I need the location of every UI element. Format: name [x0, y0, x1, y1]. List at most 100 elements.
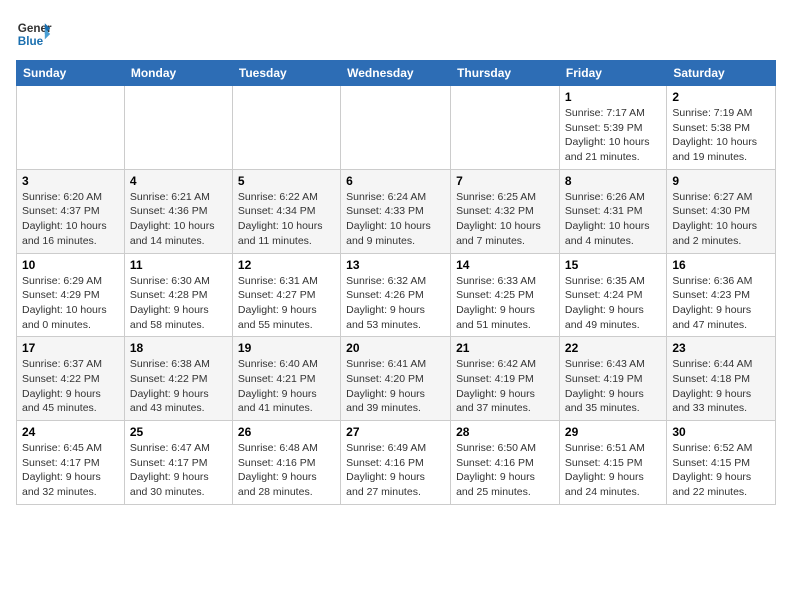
calendar-cell — [232, 86, 340, 170]
calendar-cell: 8 Sunrise: 6:26 AM Sunset: 4:31 PM Daylig… — [559, 169, 666, 253]
day-info: Sunrise: 7:19 AM Sunset: 5:38 PM Dayligh… — [672, 106, 770, 165]
day-info: Sunrise: 6:30 AM Sunset: 4:28 PM Dayligh… — [130, 274, 227, 333]
header-tuesday: Tuesday — [232, 61, 340, 86]
day-number: 23 — [672, 341, 770, 355]
day-number: 8 — [565, 174, 661, 188]
calendar-cell — [341, 86, 451, 170]
day-number: 21 — [456, 341, 554, 355]
day-number: 16 — [672, 258, 770, 272]
day-info: Sunrise: 6:31 AM Sunset: 4:27 PM Dayligh… — [238, 274, 335, 333]
week-row-3: 17 Sunrise: 6:37 AM Sunset: 4:22 PM Dayli… — [17, 337, 776, 421]
day-number: 11 — [130, 258, 227, 272]
day-info: Sunrise: 6:20 AM Sunset: 4:37 PM Dayligh… — [22, 190, 119, 249]
day-info: Sunrise: 6:24 AM Sunset: 4:33 PM Dayligh… — [346, 190, 445, 249]
day-info: Sunrise: 6:45 AM Sunset: 4:17 PM Dayligh… — [22, 441, 119, 500]
calendar-cell: 14 Sunrise: 6:33 AM Sunset: 4:25 PM Dayli… — [451, 253, 560, 337]
svg-text:Blue: Blue — [18, 35, 44, 48]
calendar-cell: 17 Sunrise: 6:37 AM Sunset: 4:22 PM Dayli… — [17, 337, 125, 421]
calendar-cell: 4Sunrise: 6:21 AM Sunset: 4:36 PM Daylig… — [124, 169, 232, 253]
calendar-cell: 18Sunrise: 6:38 AM Sunset: 4:22 PM Dayli… — [124, 337, 232, 421]
calendar-cell: 11 Sunrise: 6:30 AM Sunset: 4:28 PM Dayli… — [124, 253, 232, 337]
calendar-cell — [17, 86, 125, 170]
day-info: Sunrise: 6:26 AM Sunset: 4:31 PM Dayligh… — [565, 190, 661, 249]
day-info: Sunrise: 6:49 AM Sunset: 4:16 PM Dayligh… — [346, 441, 445, 500]
day-info: Sunrise: 6:44 AM Sunset: 4:18 PM Dayligh… — [672, 357, 770, 416]
day-info: Sunrise: 6:47 AM Sunset: 4:17 PM Dayligh… — [130, 441, 227, 500]
header-monday: Monday — [124, 61, 232, 86]
week-row-0: 1 Sunrise: 7:17 AM Sunset: 5:39 PM Daylig… — [17, 86, 776, 170]
day-info: Sunrise: 6:42 AM Sunset: 4:19 PM Dayligh… — [456, 357, 554, 416]
header-thursday: Thursday — [451, 61, 560, 86]
calendar-cell: 30 Sunrise: 6:52 AM Sunset: 4:15 PM Dayli… — [667, 421, 776, 505]
calendar-cell: 13Sunrise: 6:32 AM Sunset: 4:26 PM Dayli… — [341, 253, 451, 337]
day-number: 29 — [565, 425, 661, 439]
day-number: 19 — [238, 341, 335, 355]
calendar-cell — [124, 86, 232, 170]
calendar-cell: 9Sunrise: 6:27 AM Sunset: 4:30 PM Daylig… — [667, 169, 776, 253]
calendar-cell: 21 Sunrise: 6:42 AM Sunset: 4:19 PM Dayli… — [451, 337, 560, 421]
day-number: 30 — [672, 425, 770, 439]
day-number: 4 — [130, 174, 227, 188]
day-info: Sunrise: 6:32 AM Sunset: 4:26 PM Dayligh… — [346, 274, 445, 333]
day-info: Sunrise: 6:22 AM Sunset: 4:34 PM Dayligh… — [238, 190, 335, 249]
day-number: 5 — [238, 174, 335, 188]
week-row-2: 10 Sunrise: 6:29 AM Sunset: 4:29 PM Dayli… — [17, 253, 776, 337]
day-info: Sunrise: 6:43 AM Sunset: 4:19 PM Dayligh… — [565, 357, 661, 416]
calendar-cell: 2Sunrise: 7:19 AM Sunset: 5:38 PM Daylig… — [667, 86, 776, 170]
header-sunday: Sunday — [17, 61, 125, 86]
header-friday: Friday — [559, 61, 666, 86]
day-info: Sunrise: 6:25 AM Sunset: 4:32 PM Dayligh… — [456, 190, 554, 249]
day-info: Sunrise: 6:52 AM Sunset: 4:15 PM Dayligh… — [672, 441, 770, 500]
calendar-cell: 5 Sunrise: 6:22 AM Sunset: 4:34 PM Daylig… — [232, 169, 340, 253]
week-row-4: 24 Sunrise: 6:45 AM Sunset: 4:17 PM Dayli… — [17, 421, 776, 505]
day-number: 10 — [22, 258, 119, 272]
day-info: Sunrise: 6:33 AM Sunset: 4:25 PM Dayligh… — [456, 274, 554, 333]
calendar-cell: 25 Sunrise: 6:47 AM Sunset: 4:17 PM Dayli… — [124, 421, 232, 505]
day-info: Sunrise: 6:48 AM Sunset: 4:16 PM Dayligh… — [238, 441, 335, 500]
day-number: 25 — [130, 425, 227, 439]
day-number: 28 — [456, 425, 554, 439]
calendar-cell: 23 Sunrise: 6:44 AM Sunset: 4:18 PM Dayli… — [667, 337, 776, 421]
header-wednesday: Wednesday — [341, 61, 451, 86]
day-number: 3 — [22, 174, 119, 188]
day-info: Sunrise: 6:37 AM Sunset: 4:22 PM Dayligh… — [22, 357, 119, 416]
calendar-header-row: SundayMondayTuesdayWednesdayThursdayFrid… — [17, 61, 776, 86]
day-info: Sunrise: 6:51 AM Sunset: 4:15 PM Dayligh… — [565, 441, 661, 500]
day-info: Sunrise: 6:40 AM Sunset: 4:21 PM Dayligh… — [238, 357, 335, 416]
day-number: 15 — [565, 258, 661, 272]
day-info: Sunrise: 6:38 AM Sunset: 4:22 PM Dayligh… — [130, 357, 227, 416]
logo: General Blue — [16, 16, 52, 52]
day-number: 1 — [565, 90, 661, 104]
calendar-cell: 20 Sunrise: 6:41 AM Sunset: 4:20 PM Dayli… — [341, 337, 451, 421]
day-number: 14 — [456, 258, 554, 272]
calendar-cell: 10 Sunrise: 6:29 AM Sunset: 4:29 PM Dayli… — [17, 253, 125, 337]
day-info: Sunrise: 6:36 AM Sunset: 4:23 PM Dayligh… — [672, 274, 770, 333]
calendar-cell: 12 Sunrise: 6:31 AM Sunset: 4:27 PM Dayli… — [232, 253, 340, 337]
day-number: 20 — [346, 341, 445, 355]
calendar-cell: 22 Sunrise: 6:43 AM Sunset: 4:19 PM Dayli… — [559, 337, 666, 421]
calendar-cell: 16 Sunrise: 6:36 AM Sunset: 4:23 PM Dayli… — [667, 253, 776, 337]
day-info: Sunrise: 6:41 AM Sunset: 4:20 PM Dayligh… — [346, 357, 445, 416]
day-info: Sunrise: 6:50 AM Sunset: 4:16 PM Dayligh… — [456, 441, 554, 500]
day-info: Sunrise: 6:29 AM Sunset: 4:29 PM Dayligh… — [22, 274, 119, 333]
week-row-1: 3 Sunrise: 6:20 AM Sunset: 4:37 PM Daylig… — [17, 169, 776, 253]
day-info: Sunrise: 6:27 AM Sunset: 4:30 PM Dayligh… — [672, 190, 770, 249]
calendar-cell — [451, 86, 560, 170]
calendar-cell: 7Sunrise: 6:25 AM Sunset: 4:32 PM Daylig… — [451, 169, 560, 253]
day-number: 22 — [565, 341, 661, 355]
calendar-cell: 1 Sunrise: 7:17 AM Sunset: 5:39 PM Daylig… — [559, 86, 666, 170]
calendar-cell: 29 Sunrise: 6:51 AM Sunset: 4:15 PM Dayli… — [559, 421, 666, 505]
calendar-cell: 19 Sunrise: 6:40 AM Sunset: 4:21 PM Dayli… — [232, 337, 340, 421]
day-number: 24 — [22, 425, 119, 439]
day-info: Sunrise: 6:35 AM Sunset: 4:24 PM Dayligh… — [565, 274, 661, 333]
day-number: 12 — [238, 258, 335, 272]
calendar-cell: 26 Sunrise: 6:48 AM Sunset: 4:16 PM Dayli… — [232, 421, 340, 505]
day-number: 26 — [238, 425, 335, 439]
logo-icon: General Blue — [16, 16, 52, 52]
calendar-table: SundayMondayTuesdayWednesdayThursdayFrid… — [16, 60, 776, 505]
day-number: 27 — [346, 425, 445, 439]
day-number: 17 — [22, 341, 119, 355]
calendar-cell: 27 Sunrise: 6:49 AM Sunset: 4:16 PM Dayli… — [341, 421, 451, 505]
day-info: Sunrise: 7:17 AM Sunset: 5:39 PM Dayligh… — [565, 106, 661, 165]
header: General Blue — [16, 16, 776, 52]
